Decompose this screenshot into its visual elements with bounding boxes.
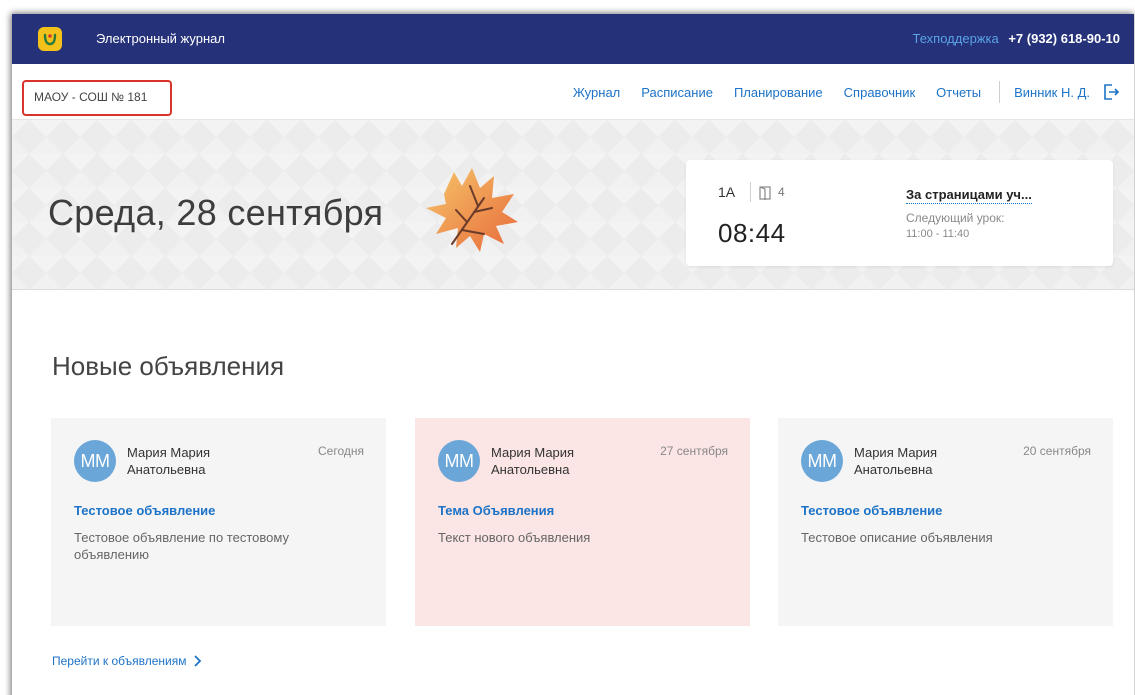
announcements-title: Новые объявления xyxy=(52,351,285,381)
announcement-title[interactable]: Тема Объявления xyxy=(438,503,554,518)
announcement-title[interactable]: Тестовое объявление xyxy=(74,503,215,518)
lesson-class: 1А xyxy=(718,184,736,200)
main-nav: Журнал Расписание Планирование Справочни… xyxy=(552,64,1120,120)
current-lesson-card[interactable]: 1А 4 08:44 За страницами уч... Следующий… xyxy=(686,160,1113,266)
author-line: Мария Мария xyxy=(854,445,938,460)
nav-link-schedule[interactable]: Расписание xyxy=(641,85,713,100)
nav-link-journal[interactable]: Журнал xyxy=(573,85,620,100)
top-bar: Электронный журнал Техподдержка +7 (932)… xyxy=(12,14,1134,64)
chevron-right-icon xyxy=(194,655,202,667)
author-name: Мария Мария Анатольевна xyxy=(854,444,994,478)
next-lesson-time: 11:00 - 11:40 xyxy=(906,228,970,240)
avatar: ММ xyxy=(801,440,843,482)
announcement-card[interactable]: ММ Мария Мария Анатольевна 20 сентября Т… xyxy=(778,418,1113,626)
nav-link-planning[interactable]: Планирование xyxy=(734,85,823,100)
author-line: Анатольевна xyxy=(491,462,570,477)
announcement-date: 27 сентября xyxy=(660,444,728,458)
lesson-subject[interactable]: За страницами уч... xyxy=(906,187,1032,204)
user-name[interactable]: Винник Н. Д. xyxy=(1014,85,1090,100)
nav-link-reference[interactable]: Справочник xyxy=(844,85,916,100)
nav-bar: МАОУ - СОШ № 181 Журнал Расписание Плани… xyxy=(12,64,1134,120)
current-date: Среда, 28 сентября xyxy=(48,192,384,233)
announcement-text: Тестовое описание объявления xyxy=(801,530,993,545)
announcement-date: 20 сентября xyxy=(1023,444,1091,458)
app-window: Электронный журнал Техподдержка +7 (932)… xyxy=(12,14,1134,695)
lesson-divider xyxy=(750,182,751,202)
door-icon xyxy=(759,186,771,200)
author-line: Анатольевна xyxy=(854,462,933,477)
avatar: ММ xyxy=(438,440,480,482)
all-announcements-link[interactable]: Перейти к объявлениям xyxy=(52,654,202,668)
hero-banner: Среда, 28 сентября 1А 4 08:44 За страниц… xyxy=(12,120,1134,290)
announcement-text: Текст нового объявления xyxy=(438,530,591,545)
announcements-list: ММ Мария Мария Анатольевна Сегодня Тесто… xyxy=(51,418,1134,626)
app-logo-icon[interactable] xyxy=(38,27,62,51)
announcement-text: Тестовое объявление по тестовому объявле… xyxy=(74,530,289,562)
all-announcements-label: Перейти к объявлениям xyxy=(52,654,187,668)
announcement-date: Сегодня xyxy=(318,444,364,458)
author-line: Мария Мария xyxy=(491,445,575,460)
support-block: Техподдержка +7 (932) 618-90-10 xyxy=(913,31,1120,46)
support-phone: +7 (932) 618-90-10 xyxy=(1008,31,1120,46)
next-lesson-label: Следующий урок: xyxy=(906,211,1005,225)
maple-leaf-icon xyxy=(426,168,518,252)
support-link[interactable]: Техподдержка xyxy=(913,31,999,46)
app-title[interactable]: Электронный журнал xyxy=(96,31,225,46)
announcement-title[interactable]: Тестовое объявление xyxy=(801,503,942,518)
author-line: Мария Мария xyxy=(127,445,211,460)
exit-icon[interactable] xyxy=(1102,83,1120,101)
avatar: ММ xyxy=(74,440,116,482)
announcement-card[interactable]: ММ Мария Мария Анатольевна Сегодня Тесто… xyxy=(51,418,386,626)
author-name: Мария Мария Анатольевна xyxy=(127,444,267,478)
nav-link-reports[interactable]: Отчеты xyxy=(936,85,981,100)
author-name: Мария Мария Анатольевна xyxy=(491,444,631,478)
announcement-card[interactable]: ММ Мария Мария Анатольевна 27 сентября Т… xyxy=(415,418,750,626)
author-line: Анатольевна xyxy=(127,462,206,477)
lesson-room: 4 xyxy=(778,185,785,199)
school-name[interactable]: МАОУ - СОШ № 181 xyxy=(22,80,172,116)
nav-divider xyxy=(999,81,1001,103)
lesson-time: 08:44 xyxy=(718,218,786,248)
